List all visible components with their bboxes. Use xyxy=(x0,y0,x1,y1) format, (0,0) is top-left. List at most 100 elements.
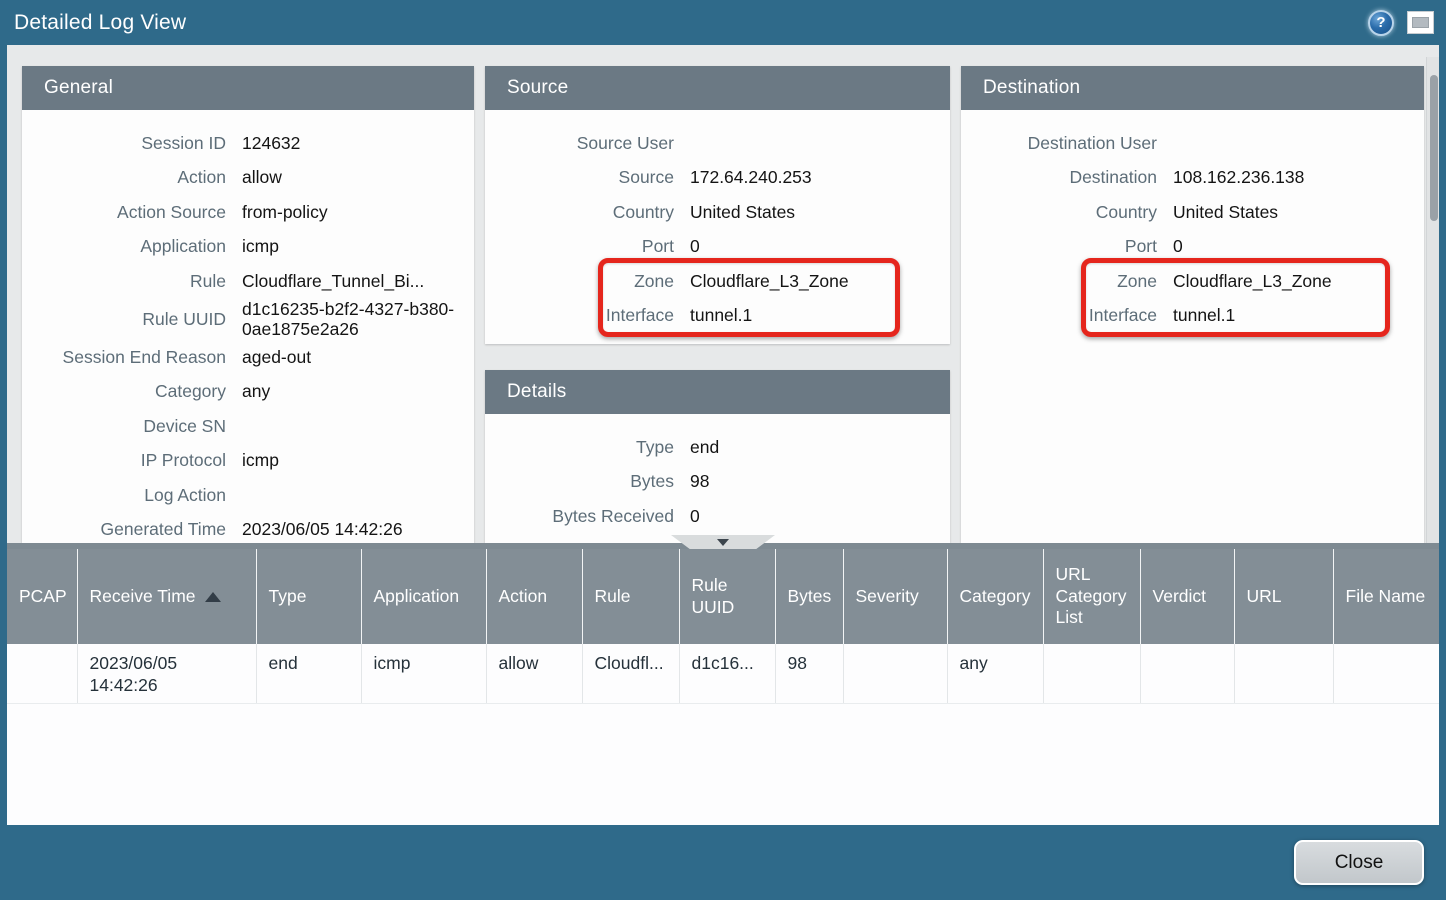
field-value: icmp xyxy=(242,450,474,471)
source-panel: Source Source User Source172.64.240.253 … xyxy=(485,66,950,344)
window-pane-glyph xyxy=(1412,17,1429,28)
field-row: Actionallow xyxy=(22,161,474,196)
column-header-action[interactable]: Action xyxy=(486,549,582,644)
cell-type: end xyxy=(256,644,361,703)
field-value: Cloudflare_Tunnel_Bi... xyxy=(242,271,474,292)
close-button[interactable]: Close xyxy=(1294,840,1424,885)
cell-rule-uuid: d1c16... xyxy=(679,644,775,703)
cell-file-name xyxy=(1333,644,1439,703)
field-label: Bytes Received xyxy=(485,506,690,527)
field-label: Zone xyxy=(485,271,690,292)
field-row: Port0 xyxy=(961,230,1424,265)
field-value: United States xyxy=(690,202,950,223)
cell-verdict xyxy=(1140,644,1234,703)
field-label: Rule xyxy=(22,271,242,292)
field-label: Destination xyxy=(961,167,1173,188)
field-label: Country xyxy=(485,202,690,223)
source-zone-interface-group: ZoneCloudflare_L3_Zone Interfacetunnel.1 xyxy=(485,264,950,333)
field-value: from-policy xyxy=(242,202,474,223)
log-table-area: PCAP Receive Time Type Application Actio… xyxy=(7,549,1439,825)
details-panel: Details Typeend Bytes98 Bytes Received0 xyxy=(485,370,950,543)
dialog-title: Detailed Log View xyxy=(0,11,186,35)
cell-application: icmp xyxy=(361,644,486,703)
field-label: Bytes xyxy=(485,471,690,492)
field-label: Action xyxy=(22,167,242,188)
field-value: 108.162.236.138 xyxy=(1173,167,1424,188)
field-label: Port xyxy=(485,236,690,257)
field-row: Interfacetunnel.1 xyxy=(485,299,950,334)
cell-category: any xyxy=(947,644,1043,703)
field-label: Session ID xyxy=(22,133,242,154)
field-label: Generated Time xyxy=(22,519,242,540)
field-value: Cloudflare_L3_Zone xyxy=(1173,271,1424,292)
field-value: aged-out xyxy=(242,347,474,368)
field-label: Interface xyxy=(485,305,690,326)
field-label: Rule UUID xyxy=(22,309,242,330)
collapse-down-icon xyxy=(717,539,729,546)
dialog-footer: Close xyxy=(0,825,1446,900)
field-row: ZoneCloudflare_L3_Zone xyxy=(961,264,1424,299)
column-header-verdict[interactable]: Verdict xyxy=(1140,549,1234,644)
field-value: tunnel.1 xyxy=(690,305,950,326)
field-row: Typeend xyxy=(485,430,950,465)
column-header-receive-time[interactable]: Receive Time xyxy=(77,549,256,644)
field-label: Zone xyxy=(961,271,1173,292)
field-value: 124632 xyxy=(242,133,474,154)
column-header-file-name[interactable]: File Name xyxy=(1333,549,1439,644)
field-row: Destination User xyxy=(961,126,1424,161)
window-restore-icon[interactable] xyxy=(1407,11,1434,34)
field-row: Action Sourcefrom-policy xyxy=(22,195,474,230)
field-value: any xyxy=(242,381,474,402)
column-header-severity[interactable]: Severity xyxy=(843,549,947,644)
splitter-collapse-handle[interactable] xyxy=(671,535,775,549)
general-panel-body: Session ID124632 Actionallow Action Sour… xyxy=(22,110,474,543)
field-row: CountryUnited States xyxy=(485,195,950,230)
field-row: Destination108.162.236.138 xyxy=(961,161,1424,196)
help-icon[interactable]: ? xyxy=(1368,10,1394,36)
field-row: Applicationicmp xyxy=(22,230,474,265)
cell-receive-time: 2023/06/05 14:42:26 xyxy=(77,644,256,703)
field-label: Log Action xyxy=(22,485,242,506)
column-header-url[interactable]: URL xyxy=(1234,549,1333,644)
destination-panel: Destination Destination User Destination… xyxy=(961,66,1424,543)
vertical-scrollbar[interactable] xyxy=(1426,57,1439,543)
field-row: Source User xyxy=(485,126,950,161)
field-value: 172.64.240.253 xyxy=(690,167,950,188)
source-panel-body: Source User Source172.64.240.253 Country… xyxy=(485,110,950,333)
column-header-rule[interactable]: Rule xyxy=(582,549,679,644)
source-panel-header: Source xyxy=(485,66,950,110)
field-value: end xyxy=(690,437,950,458)
field-row: Device SN xyxy=(22,409,474,444)
panel-table-splitter[interactable] xyxy=(7,543,1439,549)
field-row: Session ID124632 xyxy=(22,126,474,161)
scrollbar-thumb[interactable] xyxy=(1430,75,1438,221)
middle-column: Source Source User Source172.64.240.253 … xyxy=(485,66,950,543)
cell-rule: Cloudfl... xyxy=(582,644,679,703)
field-row: CountryUnited States xyxy=(961,195,1424,230)
field-row: Session End Reasonaged-out xyxy=(22,340,474,375)
field-label: Device SN xyxy=(22,416,242,437)
general-panel: General Session ID124632 Actionallow Act… xyxy=(22,66,474,543)
column-header-rule-uuid[interactable]: Rule UUID xyxy=(679,549,775,644)
destination-panel-body: Destination User Destination108.162.236.… xyxy=(961,110,1424,333)
column-header-category[interactable]: Category xyxy=(947,549,1043,644)
title-bar-icons: ? xyxy=(1368,10,1446,36)
destination-zone-interface-group: ZoneCloudflare_L3_Zone Interfacetunnel.1 xyxy=(961,264,1424,333)
field-value: icmp xyxy=(242,236,474,257)
field-label: Type xyxy=(485,437,690,458)
sort-ascending-icon xyxy=(205,592,221,602)
column-header-type[interactable]: Type xyxy=(256,549,361,644)
field-label: Session End Reason xyxy=(22,347,242,368)
column-header-pcap[interactable]: PCAP xyxy=(7,549,77,644)
log-table-row[interactable]: 2023/06/05 14:42:26 end icmp allow Cloud… xyxy=(7,644,1439,703)
field-label: Category xyxy=(22,381,242,402)
field-label: Interface xyxy=(961,305,1173,326)
column-header-bytes[interactable]: Bytes xyxy=(775,549,843,644)
cell-url-category-list xyxy=(1043,644,1140,703)
column-header-url-category-list[interactable]: URL Category List xyxy=(1043,549,1140,644)
field-value: 98 xyxy=(690,471,950,492)
general-panel-header: General xyxy=(22,66,474,110)
field-row: Generated Time2023/06/05 14:42:26 xyxy=(22,512,474,543)
field-value: Cloudflare_L3_Zone xyxy=(690,271,950,292)
column-header-application[interactable]: Application xyxy=(361,549,486,644)
